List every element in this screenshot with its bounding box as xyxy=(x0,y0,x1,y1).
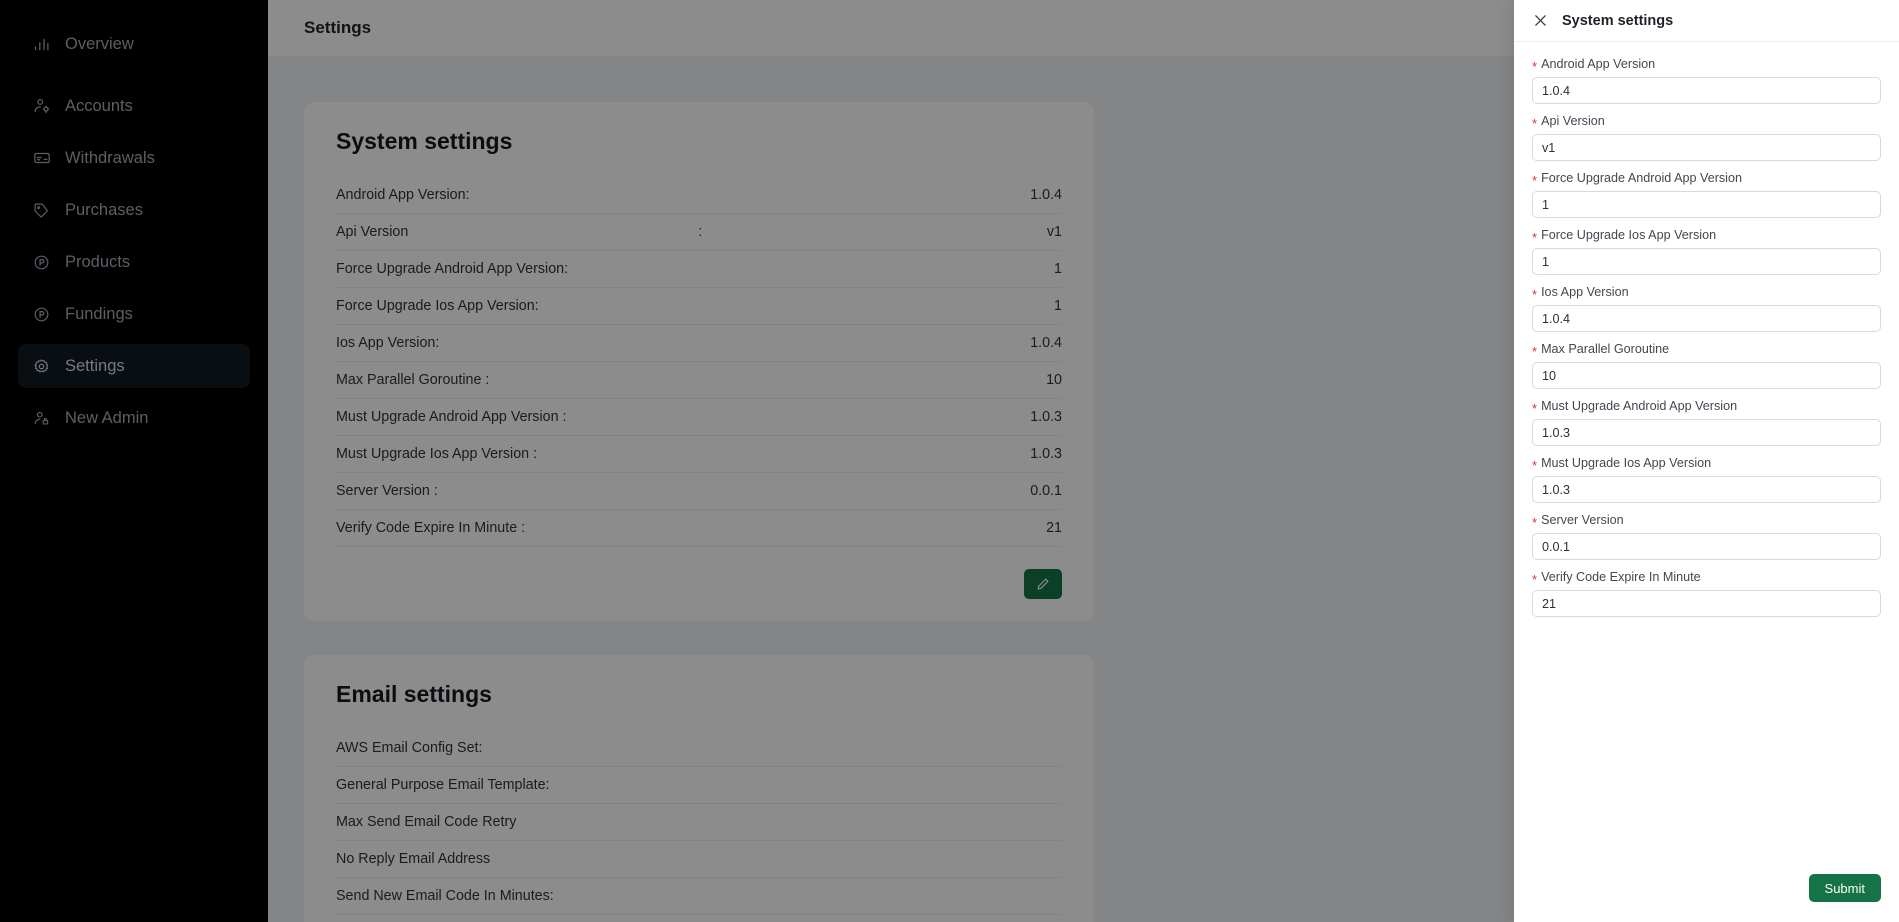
field-label: * Max Parallel Goroutine xyxy=(1532,342,1881,359)
input-force-upgrade-ios-app-version[interactable] xyxy=(1532,248,1881,275)
field-label-text: Api Version xyxy=(1541,114,1605,129)
required-asterisk: * xyxy=(1532,229,1538,245)
field-label: * Android App Version xyxy=(1532,57,1881,74)
field-label: * Must Upgrade Ios App Version xyxy=(1532,456,1881,473)
field-label-text: Max Parallel Goroutine xyxy=(1541,342,1670,357)
field-label-text: Must Upgrade Ios App Version xyxy=(1541,456,1712,471)
required-asterisk: * xyxy=(1532,343,1538,359)
input-max-parallel-goroutine[interactable] xyxy=(1532,362,1881,389)
form-field: * Must Upgrade Android App Version xyxy=(1532,400,1881,446)
drawer-title: System settings xyxy=(1562,12,1674,29)
form-field: * Verify Code Expire In Minute xyxy=(1532,571,1881,617)
field-label: * Verify Code Expire In Minute xyxy=(1532,570,1881,587)
form-field: * Force Upgrade Android App Version xyxy=(1532,172,1881,218)
form-field: * Force Upgrade Ios App Version xyxy=(1532,229,1881,275)
required-asterisk: * xyxy=(1532,571,1538,587)
drawer-footer: Submit xyxy=(1514,864,1899,922)
input-server-version[interactable] xyxy=(1532,533,1881,560)
field-label-text: Ios App Version xyxy=(1541,285,1629,300)
system-settings-drawer: System settings *Android App Version*Api… xyxy=(1514,0,1899,922)
field-label-text: Android App Version xyxy=(1541,57,1656,72)
form-field: * Server Version xyxy=(1532,514,1881,560)
input-ios-app-version[interactable] xyxy=(1532,305,1881,332)
form-field: * Max Parallel Goroutine xyxy=(1532,343,1881,389)
close-icon[interactable] xyxy=(1532,13,1548,29)
field-label-text: Verify Code Expire In Minute xyxy=(1541,570,1701,585)
form-field: * Android App Version xyxy=(1532,58,1881,104)
field-label: * Server Version xyxy=(1532,513,1881,530)
input-must-upgrade-android-app-version[interactable] xyxy=(1532,419,1881,446)
field-label: * Force Upgrade Ios App Version xyxy=(1532,228,1881,245)
form-field: * Ios App Version xyxy=(1532,286,1881,332)
app-root: Overview Accounts Withdrawals Purchases Prod… xyxy=(0,0,1899,922)
required-asterisk: * xyxy=(1532,115,1538,131)
drawer-form: *Android App Version*Api Version*Force U… xyxy=(1514,42,1899,864)
required-asterisk: * xyxy=(1532,400,1538,416)
input-android-app-version[interactable] xyxy=(1532,77,1881,104)
form-field: * Must Upgrade Ios App Version xyxy=(1532,457,1881,503)
required-asterisk: * xyxy=(1532,514,1538,530)
input-verify-code-expire-in-minute[interactable] xyxy=(1532,590,1881,617)
field-label: * Api Version xyxy=(1532,114,1881,131)
required-asterisk: * xyxy=(1532,172,1538,188)
required-asterisk: * xyxy=(1532,457,1538,473)
submit-button[interactable]: Submit xyxy=(1808,874,1881,902)
input-api-version[interactable] xyxy=(1532,134,1881,161)
required-asterisk: * xyxy=(1532,286,1538,302)
required-asterisk: * xyxy=(1532,58,1538,74)
field-label-text: Force Upgrade Android App Version xyxy=(1541,171,1742,186)
input-force-upgrade-android-app-version[interactable] xyxy=(1532,191,1881,218)
field-label: * Ios App Version xyxy=(1532,285,1881,302)
field-label-text: Must Upgrade Android App Version xyxy=(1541,399,1738,414)
field-label: * Must Upgrade Android App Version xyxy=(1532,399,1881,416)
field-label-text: Server Version xyxy=(1541,513,1624,528)
field-label-text: Force Upgrade Ios App Version xyxy=(1541,228,1717,243)
form-field: * Api Version xyxy=(1532,115,1881,161)
input-must-upgrade-ios-app-version[interactable] xyxy=(1532,476,1881,503)
drawer-header: System settings xyxy=(1514,0,1899,42)
field-label: * Force Upgrade Android App Version xyxy=(1532,171,1881,188)
